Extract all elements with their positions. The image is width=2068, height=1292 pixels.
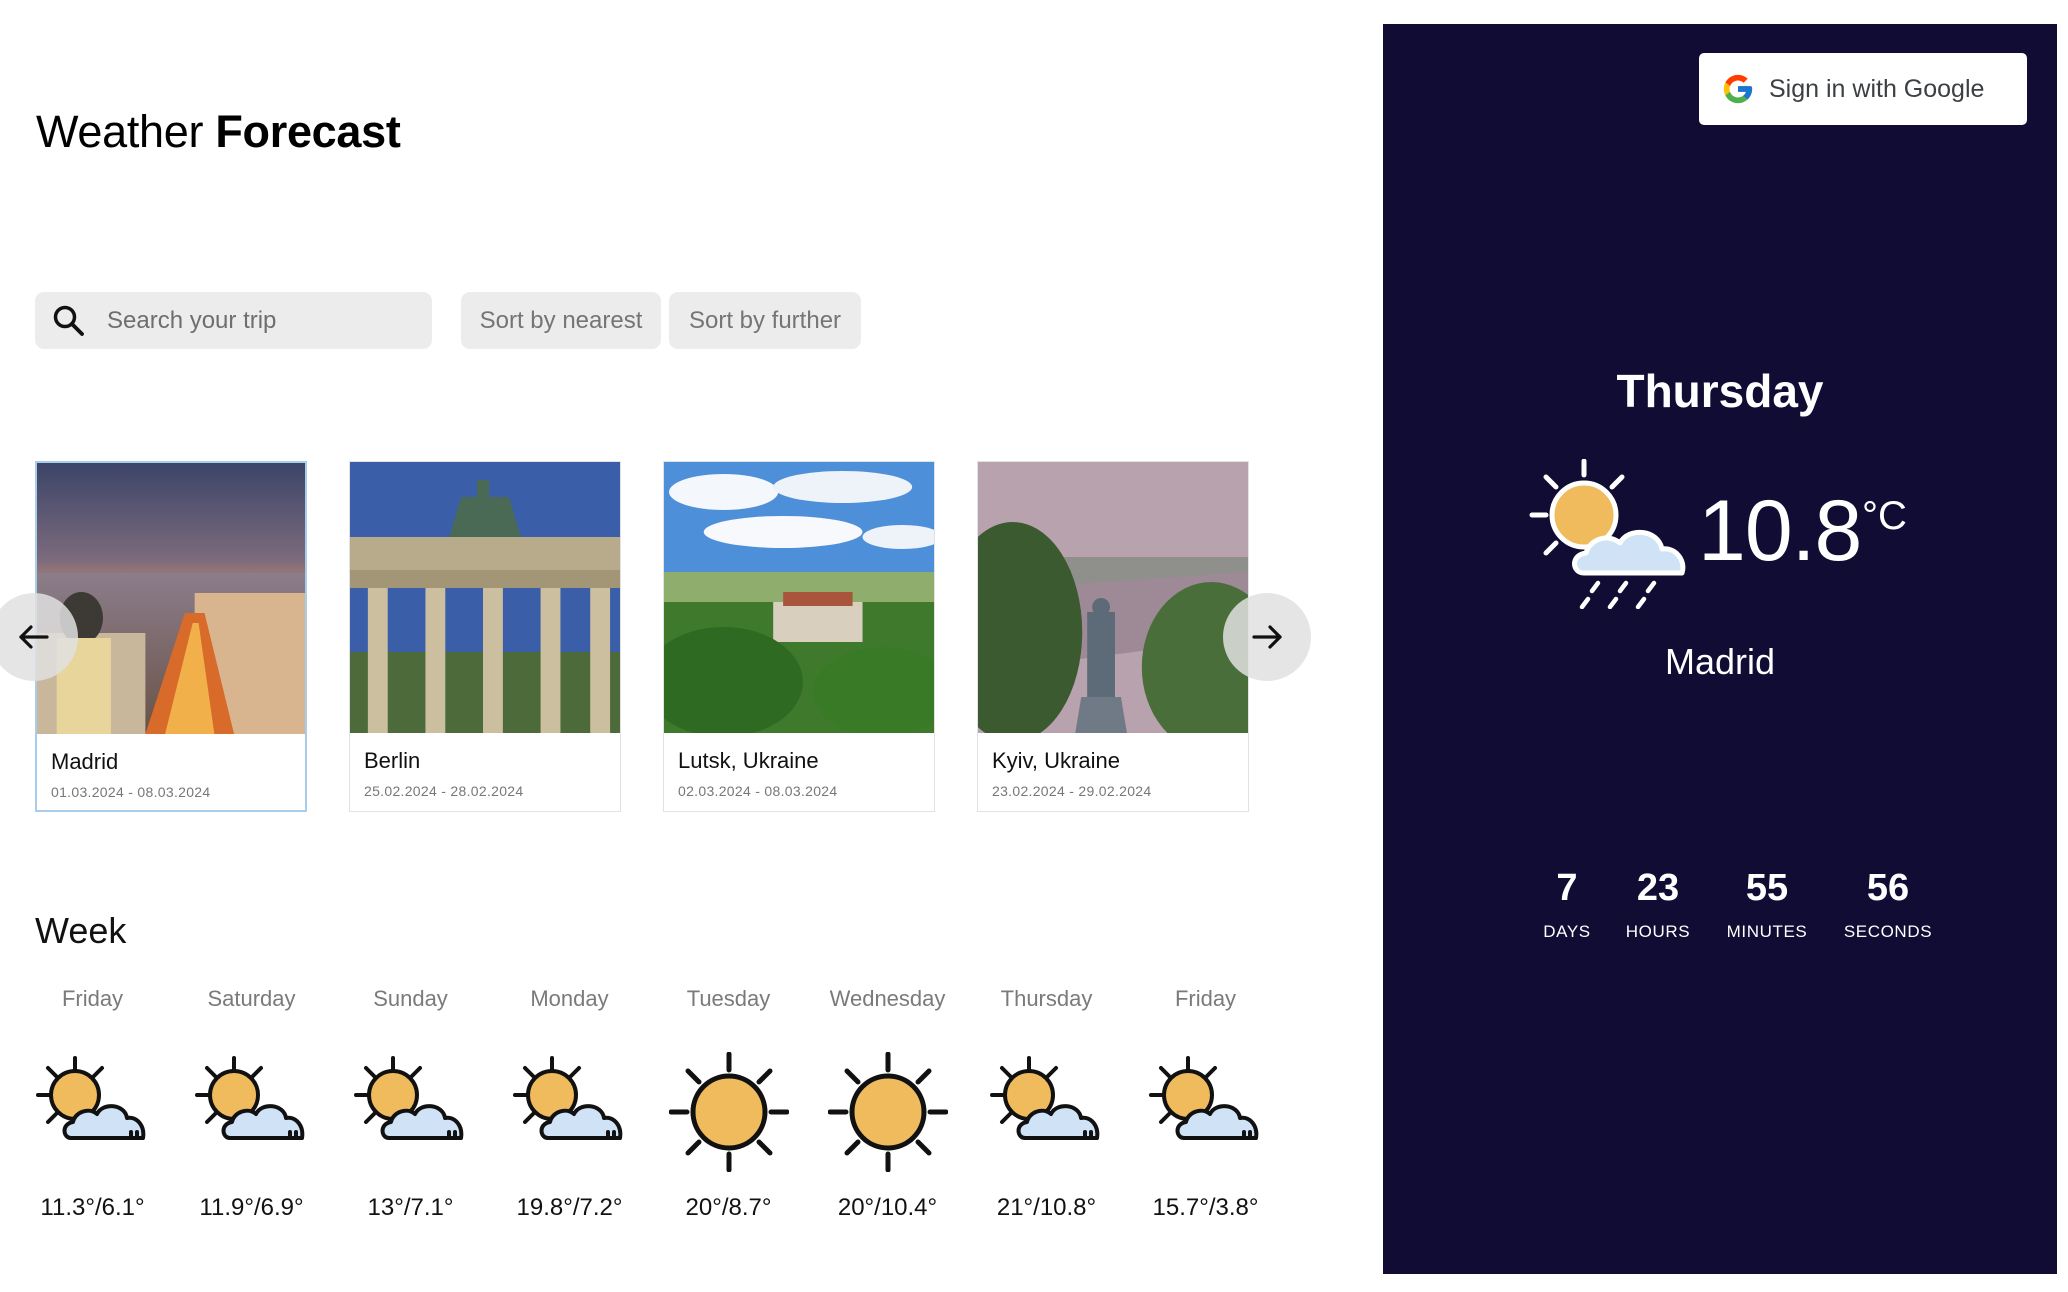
countdown-value: 23 [1636,867,1680,909]
day-name: Friday [1174,986,1237,1011]
day-name: Saturday [207,986,296,1011]
day-name: Sunday [373,986,448,1011]
partly-cloudy-icon [510,1052,630,1172]
google-logo-icon [1723,74,1753,104]
forecast-day: Saturday 11.9°/6.9° [172,986,331,1226]
lutsk-photo [664,462,934,733]
forecast-day: Friday 11.3°/6.1° [13,986,172,1226]
week-title: Week [35,910,127,951]
forecast-day: Monday 19.8°/7.2° [490,986,649,1226]
day-name: Thursday [1000,986,1093,1011]
partly-cloudy-icon [351,1052,471,1172]
current-day: Thursday [1616,365,1824,417]
search-icon [53,305,84,336]
trip-dates: 25.02.2024 - 28.02.2024 [364,783,524,799]
partly-cloudy-icon [33,1052,153,1172]
arrow-right-icon [1252,625,1282,649]
sun-cloud-rain-icon [1529,459,1686,609]
partly-cloudy-icon [1146,1052,1266,1172]
madrid-photo [37,463,305,734]
trip-card-lutsk[interactable]: Lutsk, Ukraine 02.03.2024 - 08.03.2024 [663,461,935,812]
google-sign-in-button[interactable]: Sign in with Google [1699,53,2027,125]
day-name: Tuesday [686,986,771,1011]
trip-dates: 01.03.2024 - 08.03.2024 [51,784,211,800]
trip-city: Berlin [364,748,421,773]
title-light: Weather [36,106,204,157]
forecast-day: Tuesday 20°/8.7° [649,986,808,1226]
countdown-value: 56 [1866,867,1910,909]
page-title: Weather Forecast [36,106,401,158]
countdown-label: MINUTES [1726,922,1808,941]
forecast-day: Wednesday 20°/10.4° [808,986,967,1226]
forecast-day: Thursday 21°/10.8° [967,986,1126,1226]
sun-icon [669,1052,789,1172]
day-name: Monday [530,986,609,1011]
trip-card-berlin[interactable]: Berlin 25.02.2024 - 28.02.2024 [349,461,621,812]
day-temps: 15.7°/3.8° [1152,1194,1259,1221]
temperature-unit: °C [1862,494,1907,538]
sort-by-nearest-button[interactable]: Sort by nearest [461,292,661,349]
kyiv-photo [978,462,1248,733]
day-temps: 19.8°/7.2° [516,1194,623,1221]
day-temps: 13°/7.1° [367,1194,454,1221]
arrow-left-icon [19,625,49,649]
trip-city: Kyiv, Ukraine [992,748,1120,773]
forecast-day: Friday 15.7°/3.8° [1126,986,1285,1226]
current-city: Madrid [1664,641,1776,682]
search-input[interactable] [105,305,405,336]
day-temps: 21°/10.8° [996,1194,1097,1221]
trip-card-kyiv[interactable]: Kyiv, Ukraine 23.02.2024 - 29.02.2024 [977,461,1249,812]
countdown-label: SECONDS [1843,922,1933,941]
forecast-day: Sunday 13°/7.1° [331,986,490,1226]
countdown-seconds: 56 SECONDS [1833,867,1943,942]
title-bold: Forecast [215,106,401,157]
current-weather-panel: Sign in with Google Thursday 10.8 °C Mad… [1383,24,2057,1274]
countdown-minutes: 55 MINUTES [1712,867,1822,942]
trip-dates: 23.02.2024 - 29.02.2024 [992,783,1152,799]
carousel-next-button[interactable] [1223,593,1311,681]
day-temps: 20°/8.7° [685,1194,772,1221]
current-temperature: 10.8 [1698,483,1862,579]
google-sign-in-label: Sign in with Google [1769,74,1985,103]
weather-app: Weather Forecast Sort by nearest Sort by… [0,0,2068,1292]
day-name: Friday [61,986,124,1011]
trip-city: Madrid [51,749,119,774]
day-name: Wednesday [829,986,946,1011]
countdown-hours: 23 HOURS [1603,867,1713,942]
trip-dates: 02.03.2024 - 08.03.2024 [678,783,838,799]
search-bar[interactable] [35,292,432,349]
day-temps: 11.3°/6.1° [40,1194,145,1221]
berlin-photo [350,462,620,733]
trip-city: Lutsk, Ukraine [678,748,819,773]
sort-by-further-button[interactable]: Sort by further [669,292,861,349]
partly-cloudy-icon [987,1052,1107,1172]
countdown-value: 55 [1745,867,1789,909]
day-temps: 20°/10.4° [837,1194,938,1221]
partly-cloudy-icon [192,1052,312,1172]
countdown-label: HOURS [1625,922,1691,941]
sun-icon [828,1052,948,1172]
day-temps: 11.9°/6.9° [199,1194,304,1221]
